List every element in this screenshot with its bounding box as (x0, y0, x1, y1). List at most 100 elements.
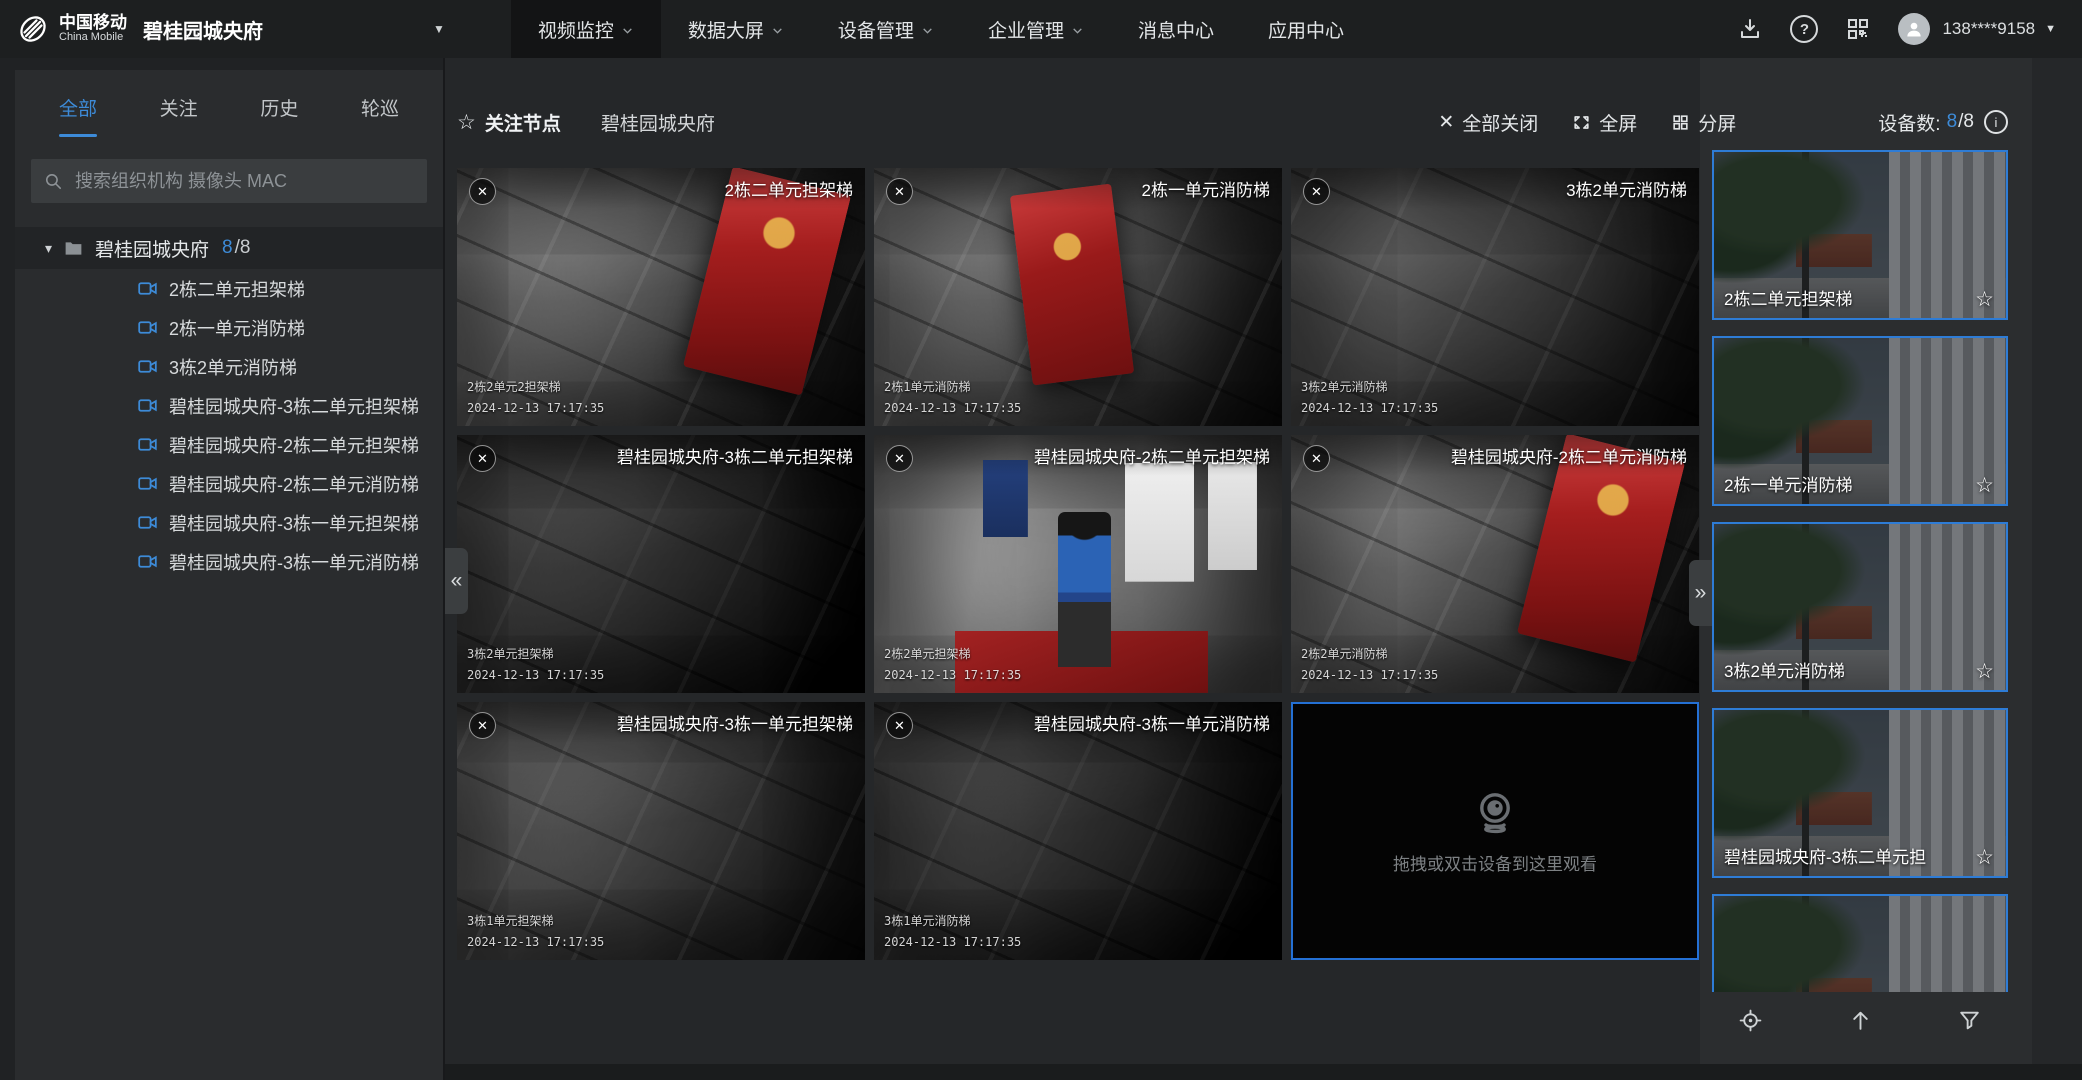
help-icon[interactable]: ? (1790, 15, 1818, 43)
close-icon[interactable]: ✕ (469, 712, 496, 739)
tree-camera-item[interactable]: 碧桂园城央府-2栋二单元消防梯 (15, 464, 443, 503)
camera-osd: 3栋1单元消防梯 2024-12-13 17:17:35 (884, 911, 1021, 953)
favorite-star-icon[interactable]: ☆ (457, 110, 476, 135)
nav-item-data-screen[interactable]: 数据大屏 (661, 0, 811, 58)
nav-item-video-monitor[interactable]: 视频监控 (511, 0, 661, 58)
video-tile-1[interactable]: 2栋二单元担架梯 ✕ 2栋2单元2担架梯 2024-12-13 17:17:35 (457, 168, 865, 426)
video-tile-6[interactable]: 碧桂园城央府-2栋二单元消防梯 ✕ 2栋2单元消防梯 2024-12-13 17… (1291, 435, 1699, 693)
favorite-node-label[interactable]: 关注节点 (485, 109, 561, 136)
device-tree-sidebar: 全部 关注 历史 轮巡 ▾ 碧桂园城央府 8/8 (15, 70, 443, 1080)
tree-camera-item[interactable]: 2栋二单元担架梯 (15, 269, 443, 308)
info-icon[interactable]: i (1984, 110, 2008, 134)
tree-camera-item[interactable]: 3栋2单元消防梯 (15, 347, 443, 386)
org-selector[interactable]: 碧桂园城央府 (143, 15, 263, 44)
osd-name: 2栋2单元担架梯 (884, 644, 1021, 665)
camera-name: 3栋2单元消防梯 (169, 354, 297, 380)
collapse-thumbnails-handle[interactable]: » (1689, 560, 1712, 626)
close-icon[interactable]: ✕ (886, 445, 913, 472)
user-caret-down-icon[interactable]: ▼ (2045, 23, 2056, 35)
video-monitor-screen: 中国移动 China Mobile 碧桂园城央府 ▼ 视频监控 数据大屏 设备管… (0, 0, 2082, 1080)
nav-label: 应用中心 (1268, 16, 1344, 43)
bottom-strip (445, 1064, 2082, 1080)
video-tile-4[interactable]: 碧桂园城央府-3栋二单元担架梯 ✕ 3栋2单元担架梯 2024-12-13 17… (457, 435, 865, 693)
org-tree: ▾ 碧桂园城央府 8/8 2栋二单元担架梯 2栋一单元消防梯 3栋2单元消防梯 (15, 227, 443, 581)
device-count-label: 设备数: (1878, 109, 1940, 136)
tree-node-root[interactable]: ▾ 碧桂园城央府 8/8 (15, 227, 443, 269)
video-tile-7[interactable]: 碧桂园城央府-3栋一单元担架梯 ✕ 3栋1单元担架梯 2024-12-13 17… (457, 702, 865, 960)
filter-icon[interactable] (1957, 1008, 1982, 1033)
tree-count-online: 8 (222, 237, 233, 259)
video-tile-2[interactable]: 2栋一单元消防梯 ✕ 2栋1单元消防梯 2024-12-13 17:17:35 (874, 168, 1282, 426)
breadcrumb[interactable]: 碧桂园城央府 (601, 109, 715, 136)
empty-drop-slot[interactable]: 拖拽或双击设备到这里观看 (1291, 702, 1699, 960)
close-icon[interactable]: ✕ (469, 178, 496, 205)
tree-camera-item[interactable]: 2栋一单元消防梯 (15, 308, 443, 347)
fullscreen-button[interactable]: 全屏 (1572, 109, 1637, 136)
video-tile-5[interactable]: 碧桂园城央府-2栋二单元担架梯 ✕ 2栋2单元担架梯 2024-12-13 17… (874, 435, 1282, 693)
device-card-2[interactable]: 2栋一单元消防梯 ☆ (1712, 336, 2008, 506)
download-icon[interactable] (1738, 17, 1762, 41)
camera-title: 2栋二单元担架梯 (457, 168, 865, 209)
topbar: 中国移动 China Mobile 碧桂园城央府 ▼ 视频监控 数据大屏 设备管… (0, 0, 2082, 58)
close-icon[interactable]: ✕ (1303, 445, 1330, 472)
star-icon[interactable]: ☆ (1975, 845, 1994, 870)
device-card-3[interactable]: 3栋2单元消防梯 ☆ (1712, 522, 2008, 692)
close-all-button[interactable]: ✕ 全部关闭 (1438, 109, 1538, 136)
tree-root-name: 碧桂园城央府 (95, 235, 209, 262)
device-card-1[interactable]: 2栋二单元担架梯 ☆ (1712, 150, 2008, 320)
osd-time: 2024-12-13 17:17:35 (884, 932, 1021, 953)
camera-osd: 2栋2单元2担架梯 2024-12-13 17:17:35 (467, 377, 604, 419)
device-card-5[interactable] (1712, 894, 2008, 992)
camera-name: 2栋二单元担架梯 (169, 276, 305, 302)
nav-item-message-center[interactable]: 消息中心 (1111, 0, 1241, 58)
nav-item-enterprise-management[interactable]: 企业管理 (961, 0, 1111, 58)
tab-favorites[interactable]: 关注 (160, 94, 198, 137)
device-count: 设备数: 8/8 i (1878, 109, 2008, 136)
close-all-label: 全部关闭 (1462, 109, 1538, 136)
tab-patrol[interactable]: 轮巡 (361, 94, 399, 137)
tree-camera-item[interactable]: 碧桂园城央府-2栋二单元担架梯 (15, 425, 443, 464)
nav-label: 消息中心 (1138, 16, 1214, 43)
scroll-to-top-icon[interactable] (1848, 1008, 1873, 1033)
nav-item-app-center[interactable]: 应用中心 (1241, 0, 1371, 58)
chevron-down-icon (921, 24, 934, 37)
camera-osd: 2栋2单元担架梯 2024-12-13 17:17:35 (884, 644, 1021, 686)
video-tile-3[interactable]: 3栋2单元消防梯 ✕ 3栋2单元消防梯 2024-12-13 17:17:35 (1291, 168, 1699, 426)
brand-name-en: China Mobile (59, 32, 127, 44)
camera-name: 碧桂园城央府-2栋二单元担架梯 (169, 432, 419, 458)
tree-expand-caret-icon[interactable]: ▾ (45, 240, 52, 257)
video-grid: 2栋二单元担架梯 ✕ 2栋2单元2担架梯 2024-12-13 17:17:35… (457, 168, 1699, 960)
thumbnail-panel-tools (1712, 1008, 2008, 1033)
collapse-sidebar-handle[interactable]: « (445, 548, 468, 614)
video-tile-8[interactable]: 碧桂园城央府-3栋一单元消防梯 ✕ 3栋1单元消防梯 2024-12-13 17… (874, 702, 1282, 960)
tab-all[interactable]: 全部 (59, 94, 97, 137)
chevron-down-icon (621, 24, 634, 37)
tree-camera-item[interactable]: 碧桂园城央府-3栋一单元消防梯 (15, 542, 443, 581)
nav-item-device-management[interactable]: 设备管理 (811, 0, 961, 58)
locate-icon[interactable] (1738, 1008, 1763, 1033)
device-card-4[interactable]: 碧桂园城央府-3栋二单元担 ☆ (1712, 708, 2008, 878)
tree-camera-item[interactable]: 碧桂园城央府-3栋二单元担架梯 (15, 386, 443, 425)
tab-history[interactable]: 历史 (260, 94, 298, 137)
star-icon[interactable]: ☆ (1975, 473, 1994, 498)
camera-title: 碧桂园城央府-3栋二单元担架梯 (457, 435, 865, 476)
close-icon[interactable]: ✕ (1303, 178, 1330, 205)
search-input[interactable] (73, 170, 414, 193)
close-icon[interactable]: ✕ (886, 712, 913, 739)
camera-icon (137, 317, 158, 338)
star-icon[interactable]: ☆ (1975, 287, 1994, 312)
drop-hint: 拖拽或双击设备到这里观看 (1393, 850, 1597, 875)
org-caret-down-icon[interactable]: ▼ (433, 22, 445, 36)
qr-code-icon[interactable] (1846, 17, 1870, 41)
user-phone[interactable]: 138****9158 (1942, 19, 2035, 39)
split-screen-button[interactable]: 分屏 (1671, 109, 1736, 136)
camera-osd: 3栋2单元担架梯 2024-12-13 17:17:35 (467, 644, 604, 686)
close-icon[interactable]: ✕ (886, 178, 913, 205)
camera-icon (137, 278, 158, 299)
avatar[interactable] (1898, 13, 1930, 45)
close-icon[interactable]: ✕ (469, 445, 496, 472)
star-icon[interactable]: ☆ (1975, 659, 1994, 684)
tree-camera-item[interactable]: 碧桂园城央府-3栋一单元担架梯 (15, 503, 443, 542)
osd-time: 2024-12-13 17:17:35 (467, 665, 604, 686)
webcam-icon (1471, 788, 1519, 836)
